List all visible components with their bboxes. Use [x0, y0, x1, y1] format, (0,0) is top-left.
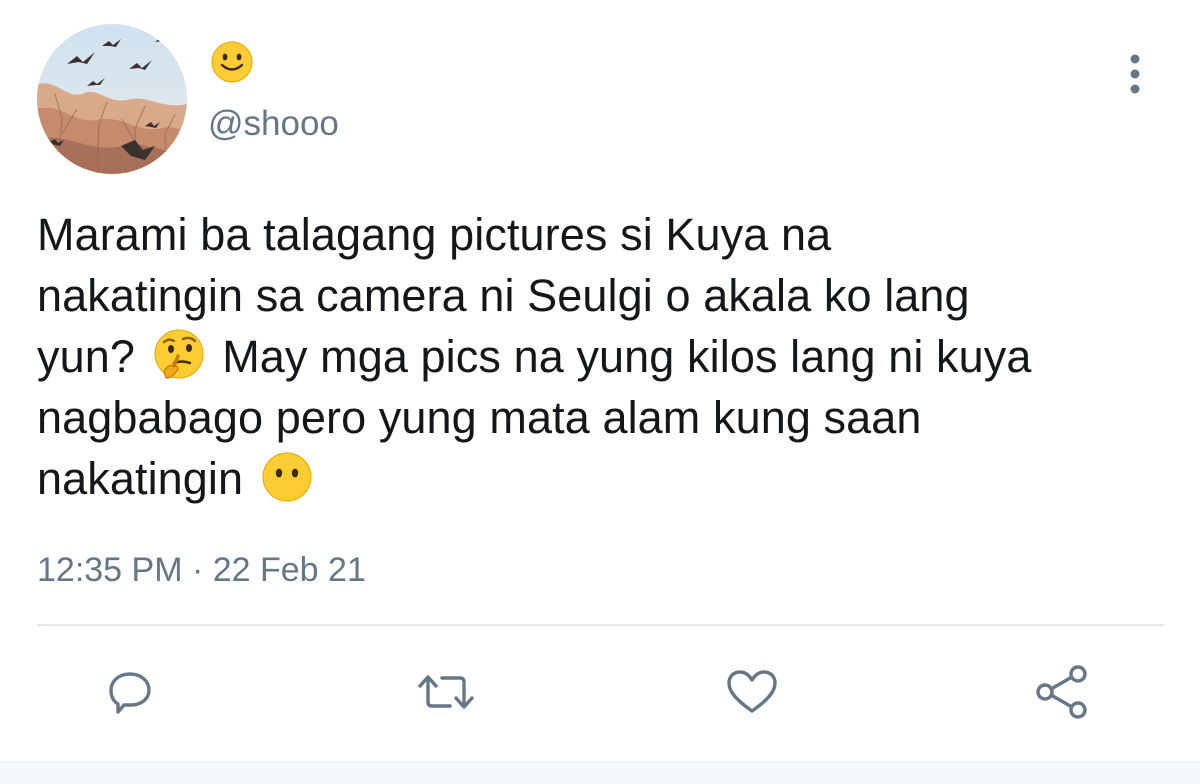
- avatar-photo: [37, 24, 187, 174]
- tweet-text-line: Marami ba talagang pictures si Kuya na: [37, 209, 832, 260]
- heart-icon: [727, 670, 777, 713]
- share-button[interactable]: [1032, 662, 1092, 722]
- tweet-card: @shooo Marami ba talagang pictures si Ku…: [0, 0, 1200, 784]
- retweet-icon: [418, 675, 474, 709]
- divider: [37, 624, 1164, 626]
- more-vertical-icon: [1130, 54, 1140, 94]
- thinking-face-icon: [154, 329, 204, 379]
- retweet-button[interactable]: [416, 662, 476, 722]
- bottom-edge: [0, 762, 1200, 784]
- avatar[interactable]: [37, 24, 187, 174]
- like-button[interactable]: [722, 662, 782, 722]
- display-name[interactable]: [210, 40, 254, 84]
- tweet-text-segment: May mga pics na yung kilos lang ni kuya: [222, 331, 1032, 382]
- more-options-button[interactable]: [1115, 52, 1155, 98]
- tweet-text-line-with-emoji: nakatingin: [37, 448, 1177, 509]
- tweet-text-line-with-emoji: yun? May mga pics na yung kilos lang ni …: [37, 326, 1177, 387]
- author-handle[interactable]: @shooo: [208, 102, 339, 146]
- reply-icon: [109, 672, 151, 714]
- share-icon: [1036, 665, 1087, 719]
- slightly-smiling-face-icon: [211, 41, 253, 83]
- tweet-timestamp[interactable]: 12:35 PM · 22 Feb 21: [37, 548, 366, 592]
- tweet-text: Marami ba talagang pictures si Kuya na n…: [37, 204, 1177, 509]
- tweet-text-line: nagbabago pero yung mata alam kung saan: [37, 392, 922, 443]
- tweet-text-segment: nakatingin: [37, 453, 244, 504]
- tweet-text-line: nakatingin sa camera ni Seulgi o akala k…: [37, 270, 970, 321]
- face-without-mouth-icon: [262, 452, 312, 502]
- reply-button[interactable]: [100, 662, 160, 722]
- tweet-text-segment: yun?: [37, 331, 135, 382]
